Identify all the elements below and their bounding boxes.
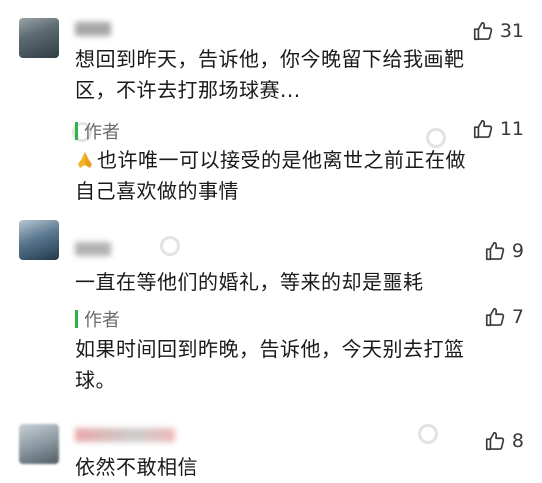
comment-text: 想回到昨天，告诉他，你今晚留下给我画靶 区，不许去打那场球赛... <box>75 47 465 102</box>
watermark-logo <box>426 128 446 148</box>
author-bar <box>75 122 78 140</box>
like-count: 7 <box>511 306 524 328</box>
like-count: 31 <box>499 20 524 42</box>
reply-text: 也许唯一可以接受的是他离世之前正在做 自己喜欢做的事情 <box>75 148 466 203</box>
like-button[interactable]: 9 <box>484 240 524 262</box>
reply-like-button[interactable]: 7 <box>484 306 524 328</box>
reply-text: 如果时间回到昨晚，告诉他，今天别去打篮 球。 <box>75 337 465 392</box>
username-blurred[interactable] <box>75 242 111 256</box>
comment-text: 依然不敢相信 <box>75 455 198 479</box>
like-count: 8 <box>511 430 524 452</box>
watermark-logo <box>418 424 438 444</box>
like-count: 9 <box>511 240 524 262</box>
comment-text: 一直在等他们的婚礼，等来的却是噩耗 <box>75 270 424 294</box>
author-reply-label: 作者 <box>75 118 120 144</box>
avatar[interactable] <box>19 18 59 58</box>
folded-hands-icon <box>78 152 92 168</box>
thumbs-up-icon <box>473 119 493 139</box>
like-count: 11 <box>499 118 524 140</box>
like-button[interactable]: 8 <box>484 430 524 452</box>
username-blurred[interactable] <box>75 428 175 442</box>
thumbs-up-icon <box>485 431 505 451</box>
like-button[interactable]: 31 <box>472 20 524 42</box>
watermark-logo <box>160 236 180 256</box>
thumbs-up-icon <box>485 307 505 327</box>
avatar[interactable] <box>19 220 59 260</box>
thumbs-up-icon <box>473 21 493 41</box>
author-reply-label: 作者 <box>75 306 120 332</box>
author-bar <box>75 310 78 328</box>
username-blurred[interactable] <box>75 22 111 36</box>
thumbs-up-icon <box>485 241 505 261</box>
reply-like-button[interactable]: 11 <box>472 118 524 140</box>
avatar[interactable] <box>19 424 59 464</box>
